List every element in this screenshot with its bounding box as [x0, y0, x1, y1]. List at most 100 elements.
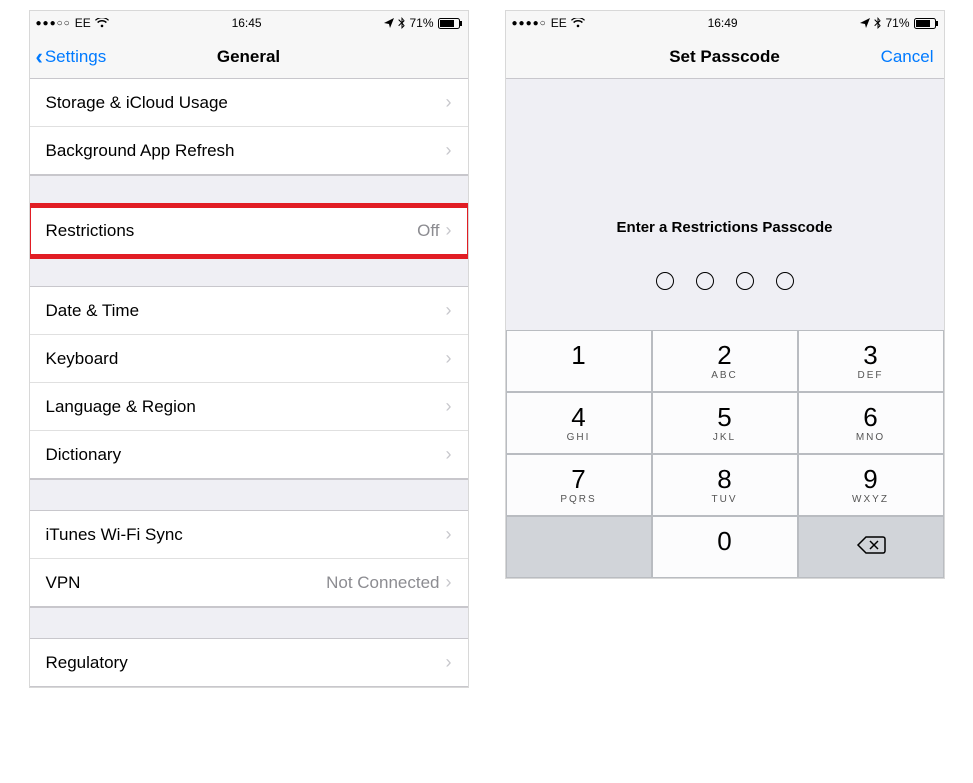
- keypad-0[interactable]: 0: [652, 516, 798, 578]
- row-dictionary[interactable]: Dictionary ›: [30, 431, 468, 479]
- chevron-right-icon: ›: [446, 140, 452, 161]
- key-letters: JKL: [713, 432, 736, 443]
- section-gap: [30, 607, 468, 639]
- row-value: Off: [417, 221, 445, 241]
- key-digit: 9: [863, 466, 877, 492]
- keypad-backspace[interactable]: [798, 516, 944, 578]
- row-restrictions[interactable]: Restrictions Off ›: [30, 207, 468, 255]
- settings-list: Storage & iCloud Usage › Background App …: [30, 79, 468, 175]
- key-letters: GHI: [567, 432, 591, 443]
- key-letters: MNO: [856, 432, 885, 443]
- row-itunes-wifi-sync[interactable]: iTunes Wi-Fi Sync ›: [30, 511, 468, 559]
- carrier-label: EE: [75, 16, 91, 30]
- chevron-right-icon: ›: [446, 572, 452, 593]
- row-label: Restrictions: [46, 221, 135, 241]
- passcode-prompt: Enter a Restrictions Passcode: [506, 219, 944, 236]
- chevron-right-icon: ›: [446, 92, 452, 113]
- nav-bar: ‹ Settings General: [30, 35, 468, 79]
- row-language-region[interactable]: Language & Region ›: [30, 383, 468, 431]
- back-label: Settings: [45, 47, 106, 67]
- key-digit: 6: [863, 404, 877, 430]
- keypad-6[interactable]: 6 MNO: [798, 392, 944, 454]
- keypad-5[interactable]: 5 JKL: [652, 392, 798, 454]
- nav-bar: Set Passcode Cancel: [506, 35, 944, 79]
- passcode-dot: [696, 272, 714, 290]
- row-label: Background App Refresh: [46, 141, 235, 161]
- phone-general-settings: ●●●○○ EE 16:45 71% ‹ Settings General St…: [29, 10, 469, 688]
- bluetooth-icon: [398, 17, 405, 29]
- row-background-app-refresh[interactable]: Background App Refresh ›: [30, 127, 468, 175]
- key-digit: 8: [717, 466, 731, 492]
- back-button[interactable]: ‹ Settings: [30, 46, 107, 68]
- chevron-left-icon: ‹: [36, 46, 43, 68]
- row-storage-icloud[interactable]: Storage & iCloud Usage ›: [30, 79, 468, 127]
- row-label: Language & Region: [46, 397, 196, 417]
- row-regulatory[interactable]: Regulatory ›: [30, 639, 468, 687]
- status-time: 16:45: [232, 16, 262, 30]
- keypad-7[interactable]: 7 PQRS: [506, 454, 652, 516]
- row-vpn[interactable]: VPN Not Connected ›: [30, 559, 468, 607]
- row-value: Not Connected: [326, 573, 445, 593]
- status-left: ●●●●○ EE: [512, 16, 585, 30]
- row-label: iTunes Wi-Fi Sync: [46, 525, 183, 545]
- keypad-blank: .: [506, 516, 652, 578]
- chevron-right-icon: ›: [446, 300, 452, 321]
- keypad-2[interactable]: 2ABC: [652, 330, 798, 392]
- chevron-right-icon: ›: [446, 396, 452, 417]
- phone-set-passcode: ●●●●○ EE 16:49 71% Set Passcode Cancel E…: [505, 10, 945, 579]
- key-digit: 3: [863, 342, 877, 368]
- row-label: Regulatory: [46, 653, 128, 673]
- row-keyboard[interactable]: Keyboard ›: [30, 335, 468, 383]
- battery-percent: 71%: [885, 16, 909, 30]
- status-right: 71%: [860, 16, 937, 30]
- keypad-1[interactable]: 1: [506, 330, 652, 392]
- row-label: Dictionary: [46, 445, 122, 465]
- chevron-right-icon: ›: [446, 348, 452, 369]
- page-title: Set Passcode: [506, 47, 944, 67]
- battery-percent: 71%: [409, 16, 433, 30]
- wifi-icon: [571, 18, 585, 28]
- location-icon: [384, 18, 394, 28]
- chevron-right-icon: ›: [446, 524, 452, 545]
- backspace-icon: [856, 535, 886, 560]
- status-bar: ●●●○○ EE 16:45 71%: [30, 11, 468, 35]
- key-digit: 5: [717, 404, 731, 430]
- row-date-time[interactable]: Date & Time ›: [30, 287, 468, 335]
- keypad-4[interactable]: 4 GHI: [506, 392, 652, 454]
- location-icon: [860, 18, 870, 28]
- numeric-keypad: 1 2ABC 3 DEF 4 GHI 5 JKL 6 MNO 7 PQRS 8 TUV 9 W…: [506, 330, 944, 578]
- signal-dots-icon: ●●●○○: [36, 18, 71, 29]
- key-digit: 4: [571, 404, 585, 430]
- key-letters: WXYZ: [852, 494, 889, 505]
- row-label: Date & Time: [46, 301, 140, 321]
- passcode-dot: [736, 272, 754, 290]
- cancel-button[interactable]: Cancel: [881, 47, 934, 67]
- bluetooth-icon: [874, 17, 881, 29]
- key-digit: 0: [717, 528, 731, 554]
- key-digit: 7: [571, 466, 585, 492]
- passcode-dot: [656, 272, 674, 290]
- chevron-right-icon: ›: [446, 220, 452, 241]
- key-letters: PQRS: [560, 494, 596, 505]
- keypad-9[interactable]: 9 WXYZ: [798, 454, 944, 516]
- passcode-dots: [506, 272, 944, 290]
- carrier-label: EE: [551, 16, 567, 30]
- key-letters: ABC: [711, 370, 738, 381]
- section-gap: [30, 175, 468, 207]
- row-label: VPN: [46, 573, 81, 593]
- section-gap: [30, 479, 468, 511]
- signal-dots-icon: ●●●●○: [512, 18, 547, 29]
- status-time: 16:49: [708, 16, 738, 30]
- section-gap: [30, 255, 468, 287]
- keypad-8[interactable]: 8 TUV: [652, 454, 798, 516]
- key-digit: 1: [571, 342, 585, 368]
- battery-icon: [914, 18, 938, 29]
- keypad-3[interactable]: 3 DEF: [798, 330, 944, 392]
- battery-icon: [438, 18, 462, 29]
- key-letters: TUV: [712, 494, 738, 505]
- status-right: 71%: [384, 16, 461, 30]
- passcode-entry-area: Enter a Restrictions Passcode: [506, 79, 944, 330]
- status-left: ●●●○○ EE: [36, 16, 109, 30]
- key-letters: DEF: [858, 370, 884, 381]
- row-label: Keyboard: [46, 349, 119, 369]
